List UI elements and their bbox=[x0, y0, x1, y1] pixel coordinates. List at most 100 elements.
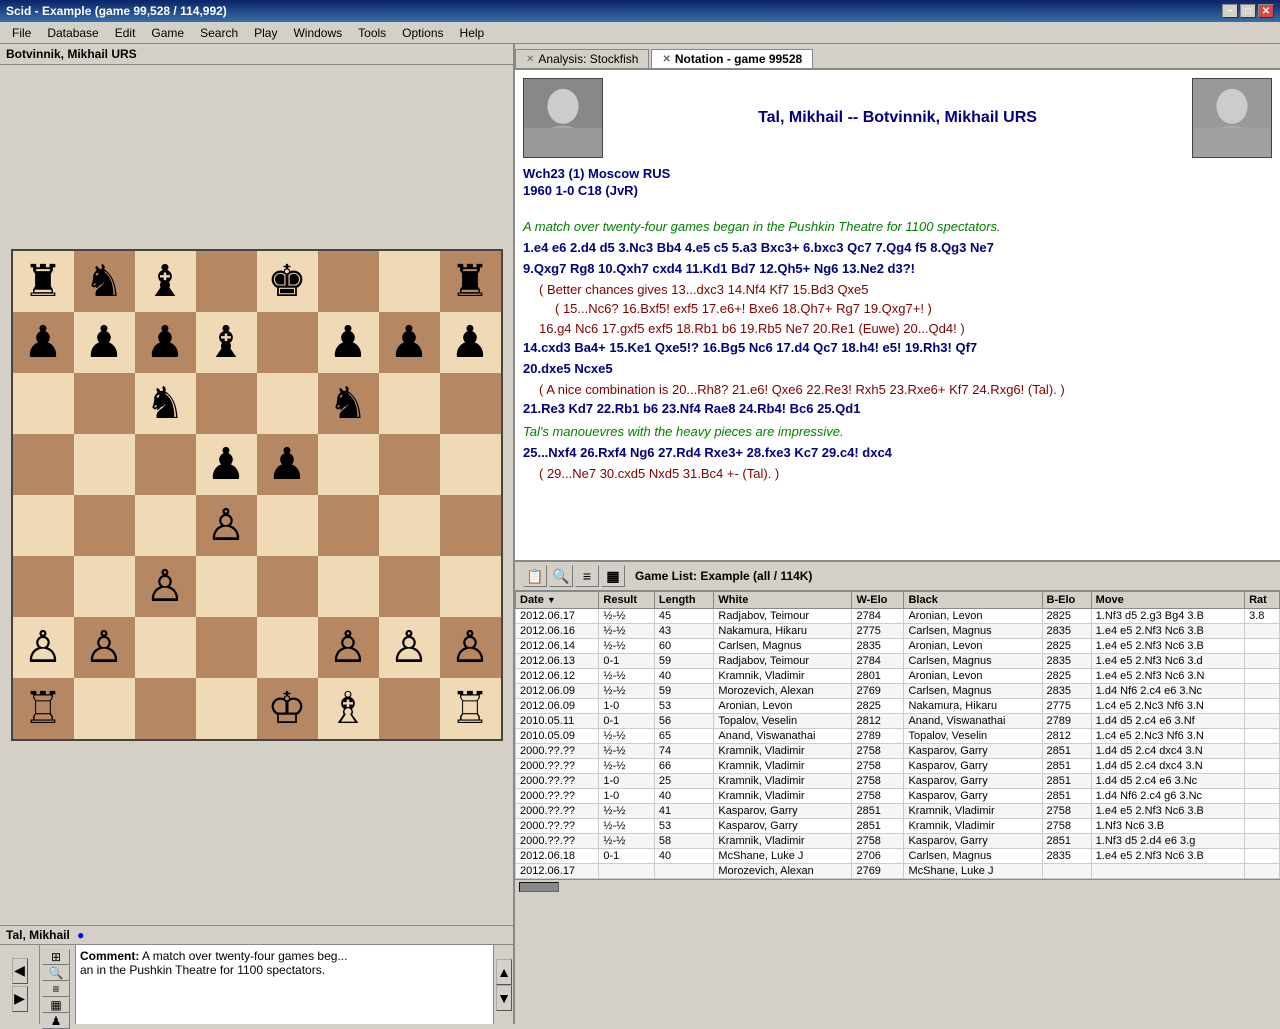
table-row[interactable]: 2012.06.12½-½40Kramnik, Vladimir2801Aron… bbox=[516, 669, 1280, 684]
chess-cell-5-1[interactable] bbox=[74, 556, 135, 617]
chess-cell-6-1[interactable]: ♙ bbox=[74, 617, 135, 678]
table-row[interactable]: 2010.05.110-156Topalov, Veselin2812Anand… bbox=[516, 714, 1280, 729]
chess-cell-3-5[interactable] bbox=[318, 434, 379, 495]
chess-cell-4-6[interactable] bbox=[379, 495, 440, 556]
th-move[interactable]: Move bbox=[1091, 592, 1244, 609]
chart-icon[interactable]: ▦ bbox=[42, 997, 70, 1013]
gamelist-book-icon[interactable]: 📋 bbox=[523, 565, 547, 587]
chess-cell-3-4[interactable]: ♟ bbox=[257, 434, 318, 495]
chess-cell-0-2[interactable]: ♝ bbox=[135, 251, 196, 312]
chess-cell-6-7[interactable]: ♙ bbox=[440, 617, 501, 678]
chess-cell-5-2[interactable]: ♙ bbox=[135, 556, 196, 617]
table-row[interactable]: 2010.05.09½-½65Anand, Viswanathai2789Top… bbox=[516, 729, 1280, 744]
menu-item-tools[interactable]: Tools bbox=[350, 24, 394, 42]
chess-cell-7-3[interactable] bbox=[196, 678, 257, 739]
chess-cell-2-2[interactable]: ♞ bbox=[135, 373, 196, 434]
menu-item-help[interactable]: Help bbox=[452, 24, 493, 42]
chess-cell-0-5[interactable] bbox=[318, 251, 379, 312]
filter-icon[interactable]: ≡ bbox=[42, 981, 70, 997]
menu-item-options[interactable]: Options bbox=[394, 24, 451, 42]
table-row[interactable]: 2012.06.091-053Aronian, Levon2825Nakamur… bbox=[516, 699, 1280, 714]
chess-cell-6-0[interactable]: ♙ bbox=[13, 617, 74, 678]
chess-cell-2-0[interactable] bbox=[13, 373, 74, 434]
chess-cell-6-6[interactable]: ♙ bbox=[379, 617, 440, 678]
chess-cell-1-4[interactable] bbox=[257, 312, 318, 373]
tab-notation-close[interactable]: ✕ bbox=[662, 54, 670, 65]
chess-cell-7-5[interactable]: ♗ bbox=[318, 678, 379, 739]
chess-cell-2-7[interactable] bbox=[440, 373, 501, 434]
chess-cell-5-3[interactable] bbox=[196, 556, 257, 617]
tab-analysis[interactable]: ✕ Analysis: Stockfish bbox=[515, 49, 649, 68]
chess-cell-7-6[interactable] bbox=[379, 678, 440, 739]
chess-cell-3-1[interactable] bbox=[74, 434, 135, 495]
menu-item-file[interactable]: File bbox=[4, 24, 39, 42]
th-white[interactable]: White bbox=[714, 592, 852, 609]
chess-cell-1-1[interactable]: ♟ bbox=[74, 312, 135, 373]
table-row[interactable]: 2000.??.??½-½58Kramnik, Vladimir2758Kasp… bbox=[516, 834, 1280, 849]
th-welo[interactable]: W-Elo bbox=[852, 592, 904, 609]
gamelist-scrollbar-horizontal[interactable] bbox=[515, 879, 1280, 893]
menu-item-game[interactable]: Game bbox=[143, 24, 192, 42]
table-row[interactable]: 2012.06.180-140McShane, Luke J2706Carlse… bbox=[516, 849, 1280, 864]
chess-cell-7-2[interactable] bbox=[135, 678, 196, 739]
table-row[interactable]: 2000.??.??1-040Kramnik, Vladimir2758Kasp… bbox=[516, 789, 1280, 804]
table-row[interactable]: 2012.06.17Morozevich, Alexan2769McShane,… bbox=[516, 864, 1280, 879]
chess-cell-4-5[interactable] bbox=[318, 495, 379, 556]
piece-icon[interactable]: ♟ bbox=[42, 1013, 70, 1029]
gamelist-chart2-icon[interactable]: ▦ bbox=[601, 565, 625, 587]
table-row[interactable]: 2012.06.14½-½60Carlsen, Magnus2835Aronia… bbox=[516, 639, 1280, 654]
scroll-up-button[interactable]: ▲ bbox=[496, 959, 512, 985]
table-row[interactable]: 2000.??.??½-½66Kramnik, Vladimir2758Kasp… bbox=[516, 759, 1280, 774]
chess-cell-0-1[interactable]: ♞ bbox=[74, 251, 135, 312]
chess-cell-0-7[interactable]: ♜ bbox=[440, 251, 501, 312]
chess-cell-2-4[interactable] bbox=[257, 373, 318, 434]
chess-cell-7-4[interactable]: ♔ bbox=[257, 678, 318, 739]
menu-item-windows[interactable]: Windows bbox=[285, 24, 350, 42]
chess-cell-1-3[interactable]: ♝ bbox=[196, 312, 257, 373]
close-button[interactable]: ✕ bbox=[1258, 4, 1274, 18]
chess-cell-1-6[interactable]: ♟ bbox=[379, 312, 440, 373]
chess-cell-0-0[interactable]: ♜ bbox=[13, 251, 74, 312]
th-belo[interactable]: B-Elo bbox=[1042, 592, 1091, 609]
chess-cell-6-5[interactable]: ♙ bbox=[318, 617, 379, 678]
next-button[interactable]: ▶ bbox=[12, 986, 28, 1012]
chess-cell-7-7[interactable]: ♖ bbox=[440, 678, 501, 739]
table-row[interactable]: 2000.??.??1-025Kramnik, Vladimir2758Kasp… bbox=[516, 774, 1280, 789]
chess-cell-3-2[interactable] bbox=[135, 434, 196, 495]
chess-cell-3-7[interactable] bbox=[440, 434, 501, 495]
chess-cell-5-6[interactable] bbox=[379, 556, 440, 617]
chess-cell-2-5[interactable]: ♞ bbox=[318, 373, 379, 434]
chess-cell-5-7[interactable] bbox=[440, 556, 501, 617]
menu-item-edit[interactable]: Edit bbox=[107, 24, 144, 42]
maximize-button[interactable]: □ bbox=[1240, 4, 1256, 18]
chess-cell-5-0[interactable] bbox=[13, 556, 74, 617]
th-date[interactable]: Date ▼ bbox=[516, 592, 599, 609]
chess-cell-4-2[interactable] bbox=[135, 495, 196, 556]
chess-cell-1-7[interactable]: ♟ bbox=[440, 312, 501, 373]
menu-item-database[interactable]: Database bbox=[39, 24, 106, 42]
chess-cell-0-4[interactable]: ♚ bbox=[257, 251, 318, 312]
gamelist-zoom-icon[interactable]: 🔍 bbox=[549, 565, 573, 587]
chess-cell-1-5[interactable]: ♟ bbox=[318, 312, 379, 373]
tab-analysis-close[interactable]: ✕ bbox=[526, 54, 534, 65]
chess-cell-0-3[interactable] bbox=[196, 251, 257, 312]
chess-cell-3-6[interactable] bbox=[379, 434, 440, 495]
th-length[interactable]: Length bbox=[654, 592, 713, 609]
chess-cell-6-3[interactable] bbox=[196, 617, 257, 678]
th-black[interactable]: Black bbox=[904, 592, 1042, 609]
th-result[interactable]: Result bbox=[599, 592, 655, 609]
scroll-down-button[interactable]: ▼ bbox=[496, 985, 512, 1011]
minimize-button[interactable]: − bbox=[1222, 4, 1238, 18]
chess-cell-5-5[interactable] bbox=[318, 556, 379, 617]
th-rating[interactable]: Rat bbox=[1245, 592, 1280, 609]
chess-cell-4-4[interactable] bbox=[257, 495, 318, 556]
chess-cell-3-3[interactable]: ♟ bbox=[196, 434, 257, 495]
chess-cell-1-0[interactable]: ♟ bbox=[13, 312, 74, 373]
chess-cell-4-7[interactable] bbox=[440, 495, 501, 556]
chess-cell-1-2[interactable]: ♟ bbox=[135, 312, 196, 373]
gamelist-scroll[interactable]: Date ▼ Result Length White W-Elo Black B… bbox=[515, 591, 1280, 879]
chess-cell-2-6[interactable] bbox=[379, 373, 440, 434]
chess-cell-4-1[interactable] bbox=[74, 495, 135, 556]
table-row[interactable]: 2012.06.17½-½45Radjabov, Teimour2784Aron… bbox=[516, 609, 1280, 624]
chess-cell-6-2[interactable] bbox=[135, 617, 196, 678]
